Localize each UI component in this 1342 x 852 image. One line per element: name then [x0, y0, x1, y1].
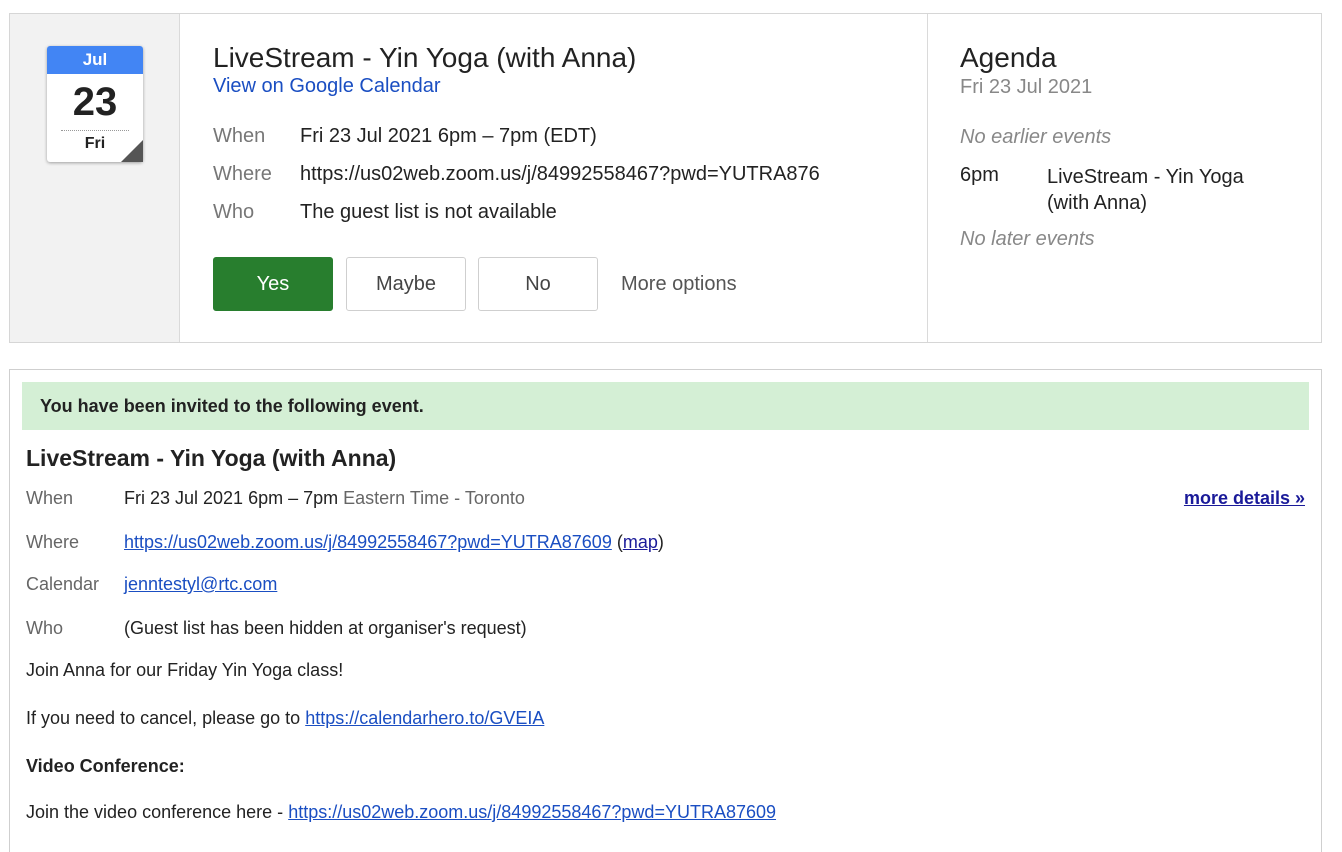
event-description: Join Anna for our Friday Yin Yoga class! [26, 660, 344, 680]
email-when-time: Fri 23 Jul 2021 6pm – 7pm [124, 488, 339, 508]
email-where-value: https://us02web.zoom.us/j/84992558467?pw… [124, 532, 664, 553]
more-options-button[interactable]: More options [621, 257, 737, 311]
email-invitation: You have been invited to the following e… [9, 369, 1322, 852]
page-fold-icon [121, 140, 143, 162]
email-who-label: Who [26, 618, 64, 638]
rsvp-yes-button[interactable]: Yes [213, 257, 333, 311]
video-text: Join the video conference here - [26, 802, 284, 822]
event-card: Jul 23 Fri LiveStream - Yin Yoga (with A… [9, 13, 1322, 343]
rsvp-maybe-button[interactable]: Maybe [346, 257, 466, 311]
when-label: When [213, 125, 266, 147]
calendar-month: Jul [47, 46, 143, 74]
agenda-title: Agenda [960, 42, 1057, 73]
calendar-column: Jul 23 Fri [10, 14, 180, 342]
agenda-item-time: 6pm [960, 164, 999, 186]
calendar-day: 23 [72, 80, 118, 124]
agenda-no-earlier: No earlier events [960, 126, 1112, 148]
email-when-label: When [26, 488, 74, 508]
email-calendar-value: jenntestyl@rtc.com [124, 574, 277, 595]
event-details: LiveStream - Yin Yoga (with Anna) View o… [213, 14, 913, 342]
calendar-divider [61, 130, 129, 131]
calendar-date-icon: Jul 23 Fri [47, 46, 143, 162]
email-calendar-label: Calendar [26, 574, 100, 594]
where-label: Where [213, 163, 272, 185]
map-link[interactable]: map [623, 532, 658, 552]
where-zoom-link[interactable]: https://us02web.zoom.us/j/84992558467?pw… [124, 532, 612, 552]
who-label: Who [213, 201, 255, 223]
agenda-panel: Agenda Fri 23 Jul 2021 No earlier events… [927, 14, 1321, 342]
agenda-no-later: No later events [960, 228, 1095, 250]
where-value: https://us02web.zoom.us/j/84992558467?pw… [300, 163, 820, 185]
email-where-label: Where [26, 532, 80, 552]
calendar-email-link[interactable]: jenntestyl@rtc.com [124, 574, 277, 594]
more-details-link[interactable]: more details » [1184, 488, 1305, 509]
video-conference-line: Join the video conference here - https:/… [26, 802, 776, 823]
event-title: LiveStream - Yin Yoga (with Anna) [213, 42, 637, 73]
email-when-value: Fri 23 Jul 2021 6pm – 7pm Eastern Time -… [124, 488, 525, 509]
cancel-line: If you need to cancel, please go to http… [26, 708, 544, 729]
agenda-date: Fri 23 Jul 2021 [960, 76, 1093, 98]
when-value: Fri 23 Jul 2021 6pm – 7pm (EDT) [300, 125, 597, 147]
cancel-link[interactable]: https://calendarhero.to/GVEIA [305, 708, 544, 728]
video-conference-heading: Video Conference: [26, 756, 185, 776]
email-timezone: Eastern Time - Toronto [343, 488, 525, 508]
email-event-title: LiveStream - Yin Yoga (with Anna) [26, 445, 397, 471]
invite-banner: You have been invited to the following e… [22, 382, 1309, 430]
agenda-item-title[interactable]: LiveStream - Yin Yoga (with Anna) [1047, 164, 1277, 216]
view-on-google-calendar-link[interactable]: View on Google Calendar [213, 75, 441, 98]
video-conference-link[interactable]: https://us02web.zoom.us/j/84992558467?pw… [288, 802, 776, 822]
map-close-paren: ) [657, 532, 664, 552]
rsvp-no-button[interactable]: No [478, 257, 598, 311]
email-who-value: (Guest list has been hidden at organiser… [124, 618, 527, 638]
cancel-text: If you need to cancel, please go to [26, 708, 301, 728]
who-value: The guest list is not available [300, 201, 557, 223]
